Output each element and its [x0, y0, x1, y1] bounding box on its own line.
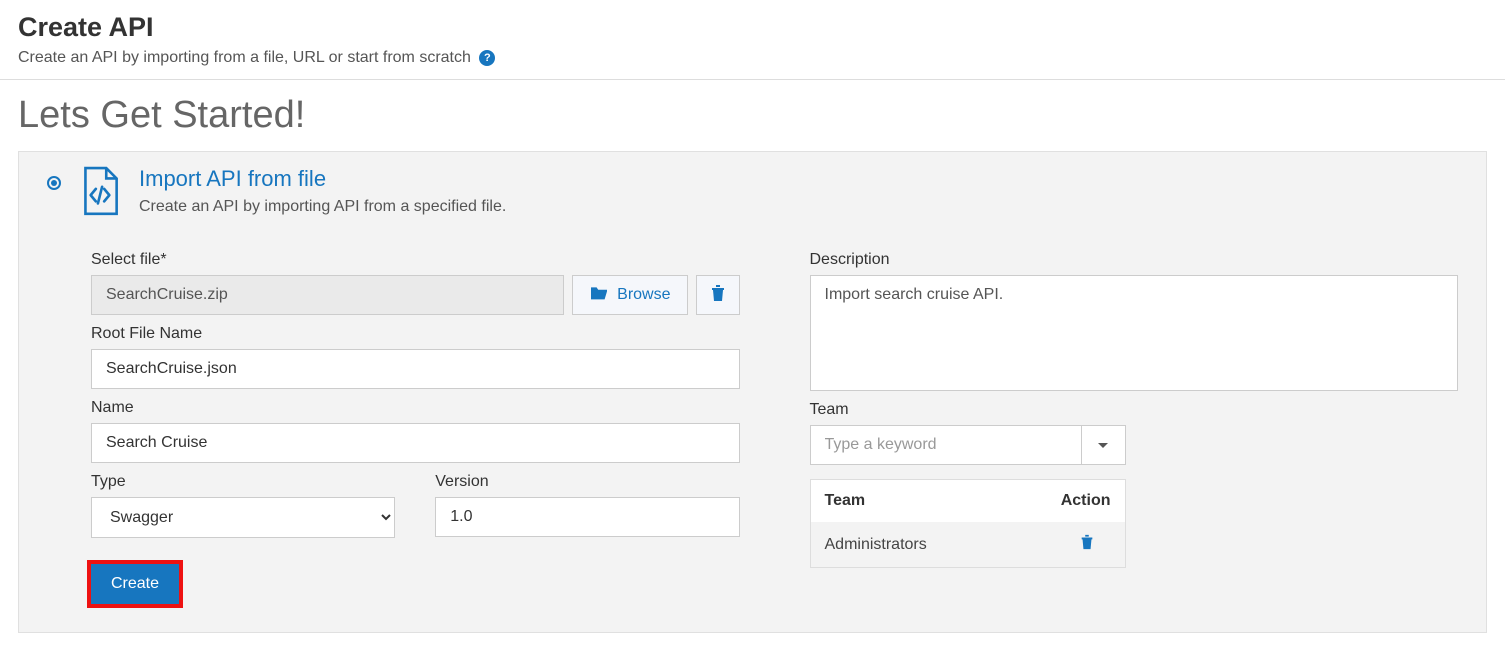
browse-button[interactable]: Browse [572, 275, 687, 315]
select-file-label: Select file* [91, 251, 740, 269]
selected-file-display: SearchCruise.zip [91, 275, 564, 315]
name-input[interactable] [91, 423, 740, 463]
import-from-file-radio[interactable] [47, 176, 61, 190]
option-description: Create an API by importing API from a sp… [139, 198, 506, 216]
team-dropdown-toggle[interactable] [1082, 425, 1126, 465]
divider [0, 79, 1505, 80]
version-input[interactable] [435, 497, 739, 537]
chevron-down-icon [1098, 443, 1108, 448]
type-label: Type [91, 473, 395, 491]
trash-icon [710, 284, 726, 307]
type-select[interactable]: Swagger [91, 497, 395, 538]
description-label: Description [810, 251, 1459, 269]
team-col-header-team: Team [825, 492, 1061, 510]
lets-get-started-heading: Lets Get Started! [18, 94, 1487, 137]
team-col-header-action: Action [1061, 492, 1111, 510]
help-icon[interactable]: ? [479, 50, 495, 66]
team-table: Team Action Administrators [810, 479, 1126, 568]
team-label: Team [810, 401, 1459, 419]
file-code-icon [79, 166, 121, 223]
remove-team-button[interactable] [1080, 534, 1094, 555]
root-file-label: Root File Name [91, 325, 740, 343]
page-subtitle: Create an API by importing from a file, … [18, 49, 1487, 67]
clear-file-button[interactable] [696, 275, 740, 315]
team-keyword-input[interactable] [810, 425, 1082, 465]
page-title: Create API [18, 12, 1487, 43]
option-title: Import API from file [139, 166, 506, 192]
create-button[interactable]: Create [91, 564, 179, 604]
import-card: Import API from file Create an API by im… [18, 151, 1487, 633]
version-label: Version [435, 473, 739, 491]
page-subtitle-text: Create an API by importing from a file, … [18, 49, 471, 66]
name-label: Name [91, 399, 740, 417]
table-row: Administrators [811, 522, 1125, 567]
browse-button-label: Browse [617, 286, 670, 304]
description-textarea[interactable]: Import search cruise API. [810, 275, 1459, 391]
team-row-name: Administrators [825, 536, 1063, 554]
root-file-input[interactable] [91, 349, 740, 389]
folder-open-icon [589, 285, 609, 306]
